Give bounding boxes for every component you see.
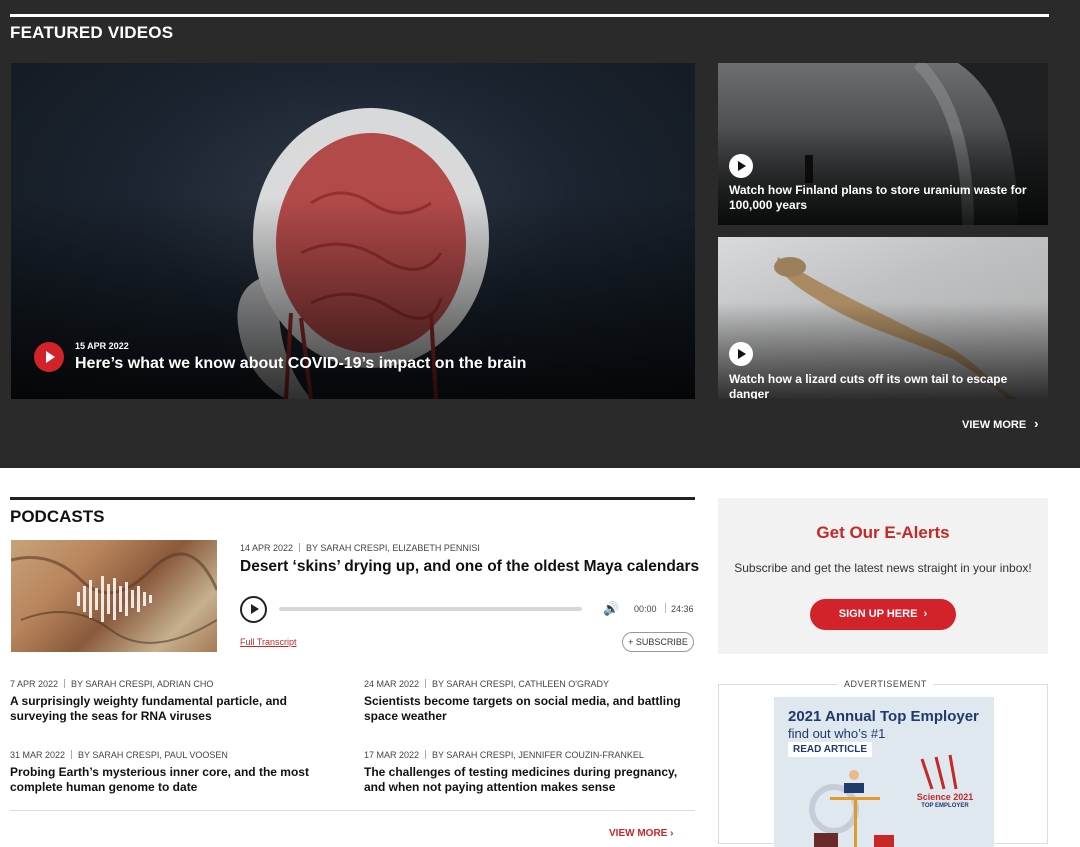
side-video-title[interactable]: Watch how a lizard cuts off its own tail… [729,372,1029,399]
episode-authors: BY SARAH CRESPI, PAUL VOOSEN [78,750,228,760]
duration: 24:36 [671,604,694,614]
e-alerts-title: Get Our E-Alerts [816,523,950,542]
scales-illustration [809,754,958,847]
advertisement: ADVERTISEMENT 2021 Annual Top Employer f… [718,679,1048,847]
view-more-label: VIEW MORE [962,419,1027,431]
podcast-meta: 14 APR 2022 BY SARAH CRESPI, ELIZABETH PE… [240,543,480,553]
divider [665,603,666,613]
podcast-title[interactable]: Desert ‘skins’ drying up, and one of the… [240,558,699,576]
episode-authors: BY SARAH CRESPI, JENNIFER COUZIN-FRANKEL [432,750,644,760]
section-title: PODCASTS [10,507,105,526]
episode-meta: 17 MAR 2022 BY SARAH CRESPI, JENNIFER COU… [364,750,699,760]
episode-date: 31 MAR 2022 [10,750,66,760]
volume-icon[interactable]: 🔊 [603,601,619,617]
podcast-authors: BY SARAH CRESPI, ELIZABETH PENNISI [306,543,480,553]
episode-date: 7 APR 2022 [10,679,59,689]
divider [64,679,66,688]
episode-title[interactable]: Scientists become targets on social medi… [364,694,699,724]
view-more-podcasts-link[interactable]: VIEW MORE › [609,828,673,839]
episode-title[interactable]: Probing Earth’s mysterious inner core, a… [10,765,345,795]
e-alerts-text: Subscribe and get the latest news straig… [734,561,1032,575]
sound-wave-icon [11,552,217,644]
episode-meta: 7 APR 2022 BY SARAH CRESPI, ADRIAN CHO [10,679,345,689]
sign-up-label: SIGN UP HERE [838,608,918,620]
episode-date: 17 MAR 2022 [364,750,420,760]
main-video-card[interactable]: 15 APR 2022 Here’s what we know about CO… [11,63,695,399]
chevron-right-icon: › [923,608,928,620]
section-rule [10,14,1049,17]
episode-authors: BY SARAH CRESPI, ADRIAN CHO [71,679,214,689]
subscribe-button[interactable]: + SUBSCRIBE [622,632,694,652]
chevron-right-icon: › [1034,416,1039,431]
current-time: 00:00 [634,604,657,614]
divider [71,750,73,759]
podcast-thumbnail[interactable] [11,540,217,652]
side-video-card[interactable]: Watch how a lizard cuts off its own tail… [718,237,1048,399]
ad-label: ADVERTISEMENT [838,679,933,689]
section-rule [10,497,695,500]
view-more-label: VIEW MORE [609,828,668,839]
main-video-title[interactable]: Here’s what we know about COVID-19’s imp… [75,355,526,373]
section-title: FEATURED VIDEOS [10,23,174,42]
podcast-date: 14 APR 2022 [240,543,294,553]
divider [425,750,427,759]
divider [10,810,695,811]
sign-up-button[interactable]: SIGN UP HERE › [810,599,956,630]
episode-date: 24 MAR 2022 [364,679,420,689]
side-video-title[interactable]: Watch how Finland plans to store uranium… [729,183,1029,213]
play-icon[interactable] [34,342,64,372]
episode-meta: 24 MAR 2022 BY SARAH CRESPI, CATHLEEN O'G… [364,679,699,689]
play-icon[interactable] [729,342,753,366]
featured-videos-section: FEATURED VIDEOS 15 APR 2022 Here’s what … [0,0,1080,468]
play-icon[interactable] [729,154,753,178]
side-video-card[interactable]: Watch how Finland plans to store uranium… [718,63,1048,225]
episode-title[interactable]: The challenges of testing medicines duri… [364,765,699,795]
chevron-right-icon: › [670,828,674,839]
divider [425,679,427,688]
ad-brand-sub: TOP EMPLOYER [921,803,969,809]
divider [299,543,301,552]
episode-authors: BY SARAH CRESPI, CATHLEEN O'GRADY [432,679,609,689]
ad-banner[interactable]: 2021 Annual Top Employer find out who’s … [774,697,994,847]
full-transcript-link[interactable]: Full Transcript [240,637,297,647]
podcast-episode[interactable]: 17 MAR 2022 BY SARAH CRESPI, JENNIFER COU… [364,750,699,795]
e-alerts-box: Get Our E-Alerts Subscribe and get the l… [718,498,1048,654]
view-more-videos-link[interactable]: VIEW MORE › [962,416,1039,431]
podcast-episode[interactable]: 7 APR 2022 BY SARAH CRESPI, ADRIAN CHO A … [10,679,345,724]
episode-title[interactable]: A surprisingly weighty fundamental parti… [10,694,345,724]
ad-brand: Science 2021 [916,792,974,802]
audio-progress-bar[interactable] [279,607,582,611]
episode-meta: 31 MAR 2022 BY SARAH CRESPI, PAUL VOOSEN [10,750,345,760]
main-video-date: 15 APR 2022 [75,341,129,351]
play-button[interactable] [240,596,267,623]
podcast-episode[interactable]: 31 MAR 2022 BY SARAH CRESPI, PAUL VOOSEN … [10,750,345,795]
podcast-episode[interactable]: 24 MAR 2022 BY SARAH CRESPI, CATHLEEN O'G… [364,679,699,724]
